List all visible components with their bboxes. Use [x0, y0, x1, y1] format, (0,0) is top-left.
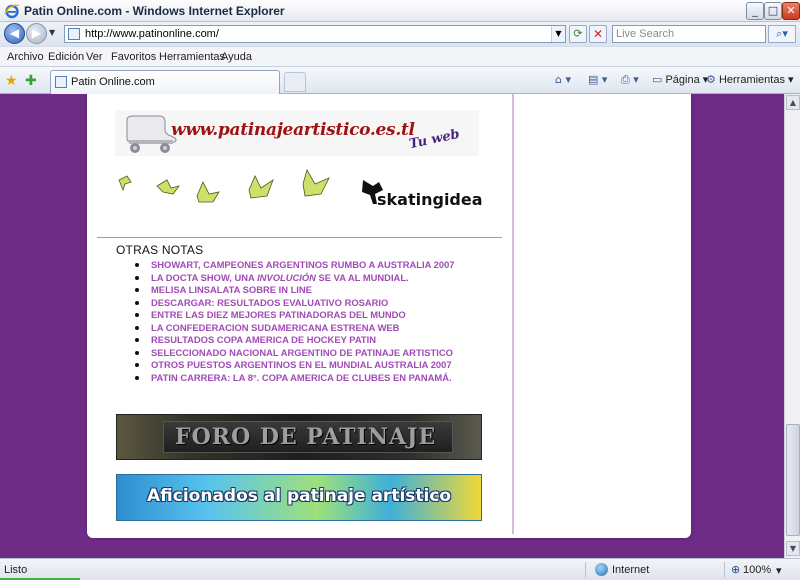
skatingidea-logo[interactable]: skatingidea [359, 174, 489, 218]
internet-zone-icon [595, 563, 608, 576]
add-favorite-icon[interactable]: ✚ [25, 73, 37, 89]
favorites-star-icon[interactable]: ★ [5, 73, 18, 89]
banner-url-text: www.patinajeartistico.es.tl [171, 120, 415, 140]
ie-logo-icon [4, 4, 20, 19]
zoom-dropdown-icon[interactable]: ▾ [776, 564, 782, 577]
news-link[interactable]: LA DOCTA SHOW, UNA INVOLUCIÓN SE VA AL M… [135, 272, 455, 285]
skate-birds-icon [118, 168, 330, 203]
status-separator [585, 562, 586, 578]
window-title: Patin Online.com - Windows Internet Expl… [24, 4, 285, 18]
zoom-icon[interactable]: ⊕ [731, 563, 740, 576]
status-zone: Internet [612, 564, 650, 576]
address-field[interactable]: http://www.patinonline.com/ ▼ [64, 25, 566, 43]
banner-tuweb-text: Tu web [407, 126, 462, 153]
tools-menu[interactable]: ⚙ Herramientas ▾ [706, 73, 794, 86]
news-list: SHOWART, CAMPEONES ARGENTINOS RUMBO A AU… [135, 259, 455, 384]
web-viewport: www.patinajeartistico.es.tl Tu web skati… [0, 94, 784, 558]
tab-patin-online[interactable]: Patin Online.com [50, 70, 280, 94]
news-link[interactable]: SHOWART, CAMPEONES ARGENTINOS RUMBO A AU… [135, 259, 455, 272]
menu-ver[interactable]: Ver [86, 51, 103, 63]
new-tab-button[interactable] [284, 72, 306, 92]
feeds-icon[interactable]: ▤ ▾ [588, 73, 607, 86]
scroll-up-icon[interactable]: ▲ [786, 95, 800, 110]
tab-label: Patin Online.com [71, 76, 155, 88]
patinaje-artistico-banner[interactable]: www.patinajeartistico.es.tl Tu web [115, 110, 479, 156]
sidebar-divider [512, 94, 514, 534]
page-icon [68, 28, 80, 40]
section-title: OTRAS NOTAS [116, 243, 204, 257]
page-menu[interactable]: ▭ Página ▾ [652, 73, 708, 86]
search-input[interactable]: Live Search [612, 25, 766, 43]
menu-archivo[interactable]: Archivo [7, 51, 44, 63]
title-bar: Patin Online.com - Windows Internet Expl… [0, 0, 800, 22]
roller-skate-icon [126, 115, 177, 153]
aficionados-banner[interactable]: Aficionados al patinaje artístico [116, 474, 482, 521]
status-separator [724, 562, 725, 578]
menu-ayuda[interactable]: Ayuda [221, 51, 252, 63]
search-button[interactable]: ⌕▾ [768, 25, 796, 43]
menu-herramientas[interactable]: Herramientas [159, 51, 225, 63]
maximize-button[interactable]: □ [764, 2, 782, 20]
close-button[interactable]: ✕ [782, 2, 800, 20]
page-content: www.patinajeartistico.es.tl Tu web skati… [87, 94, 691, 538]
news-link[interactable]: ENTRE LAS DIEZ MEJORES PATINADORAS DEL M… [135, 309, 455, 322]
tab-page-icon [55, 76, 67, 88]
address-dropdown-icon[interactable]: ▼ [551, 26, 565, 42]
status-text: Listo [4, 564, 28, 576]
menu-favoritos[interactable]: Favoritos [111, 51, 156, 63]
news-link[interactable]: LA CONFEDERACION SUDAMERICANA ESTRENA WE… [135, 322, 455, 335]
scroll-down-icon[interactable]: ▼ [786, 541, 800, 556]
vertical-scrollbar[interactable]: ▲ ▼ [784, 94, 800, 558]
aficionados-banner-text: Aficionados al patinaje artístico [147, 486, 452, 506]
news-link[interactable]: RESULTADOS COPA AMERICA DE HOCKEY PATIN [135, 334, 455, 347]
foro-banner-text: FORO DE PATINAJE [175, 424, 437, 450]
recent-pages-dropdown[interactable]: ▼ [49, 28, 55, 37]
foro-de-patinaje-banner[interactable]: FORO DE PATINAJE [116, 414, 482, 460]
address-url[interactable]: http://www.patinonline.com/ [85, 28, 219, 40]
minimize-button[interactable]: _ [746, 2, 764, 20]
home-icon[interactable]: ⌂ ▾ [555, 73, 571, 86]
print-icon[interactable]: ⎙ ▾ [621, 73, 639, 87]
news-link[interactable]: DESCARGAR: RESULTADOS EVALUATIVO ROSARIO [135, 297, 455, 310]
back-button[interactable]: ◀ [4, 23, 25, 44]
refresh-button[interactable]: ⟳ [569, 25, 587, 43]
status-bar: Listo Internet ⊕ 100% ▾ [0, 558, 800, 580]
tab-bar: ★ ✚ Patin Online.com ⌂ ▾ ▤ ▾ ⎙ ▾ ▭ Págin… [0, 66, 800, 94]
news-link[interactable]: MELISA LINSALATA SOBRE IN LINE [135, 284, 455, 297]
menu-edicion[interactable]: Edición [48, 51, 84, 63]
menu-bar: Archivo Edición Ver Favoritos Herramient… [0, 46, 800, 66]
forward-button[interactable]: ▶ [26, 23, 47, 44]
content-divider [97, 237, 502, 238]
news-link[interactable]: SELECCIONADO NACIONAL ARGENTINO DE PATIN… [135, 347, 455, 360]
address-row: ◀ ▶ ▼ http://www.patinonline.com/ ▼ ⟳ ✕ … [0, 22, 800, 46]
stop-button[interactable]: ✕ [589, 25, 607, 43]
news-link[interactable]: PATIN CARRERA: LA 8°. COPA AMERICA DE CL… [135, 372, 455, 385]
zoom-level[interactable]: 100% [743, 564, 771, 576]
skatingidea-text: skatingidea [377, 190, 483, 209]
news-link[interactable]: OTROS PUESTOS ARGENTINOS EN EL MUNDIAL A… [135, 359, 455, 372]
scroll-thumb[interactable] [786, 424, 800, 536]
